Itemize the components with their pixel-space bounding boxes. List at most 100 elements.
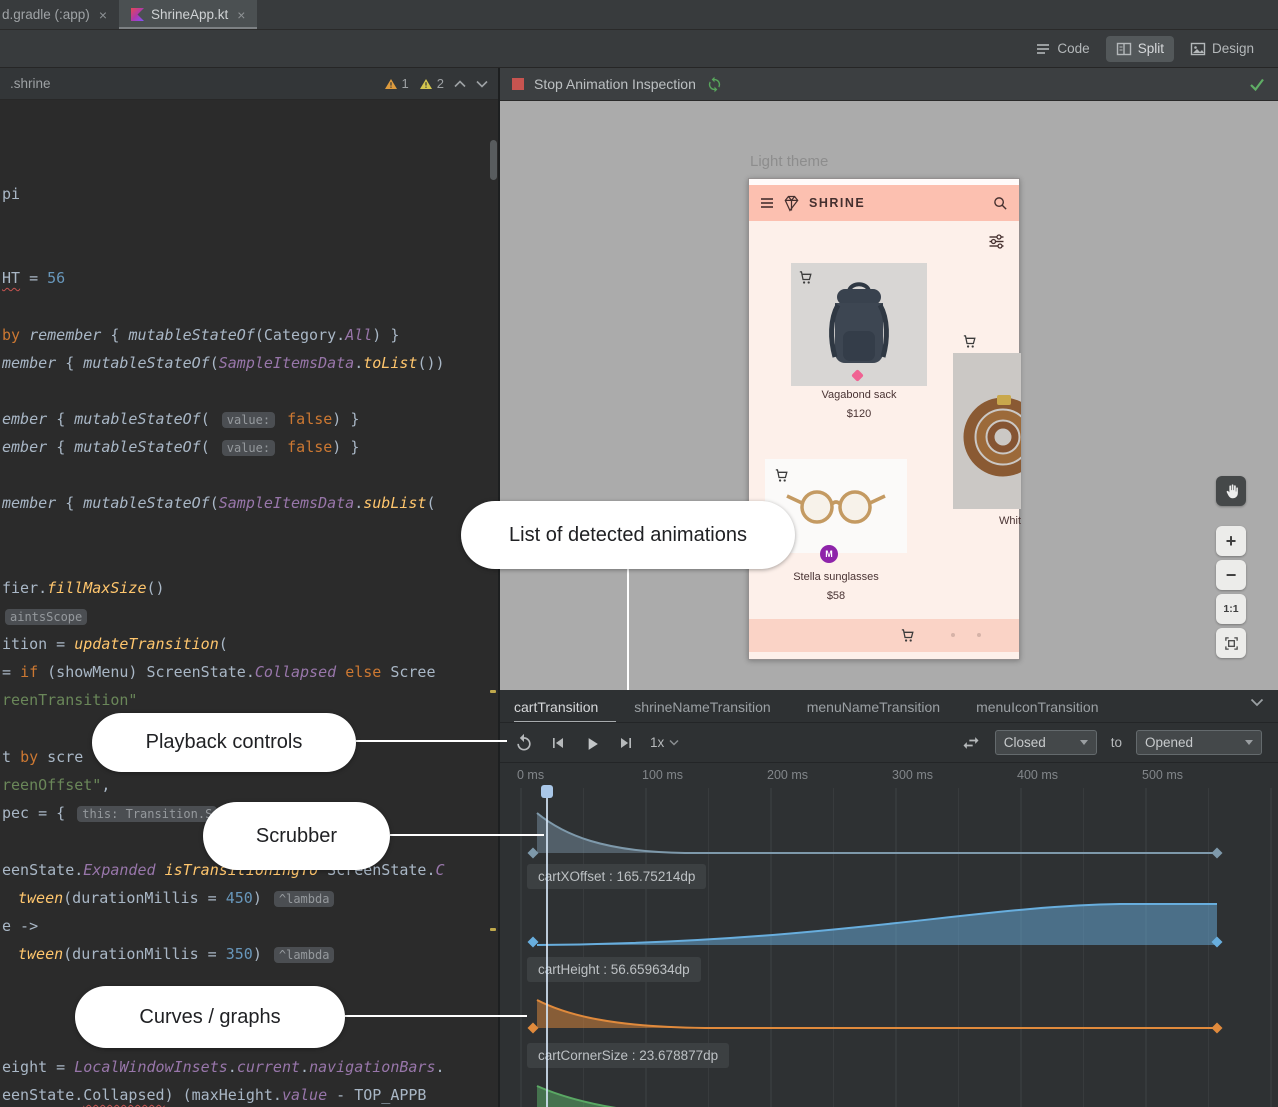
- code-token: (showMenu) ScreenState.: [38, 663, 255, 681]
- warning-stripe-mark[interactable]: [490, 690, 496, 693]
- zoom-in-button[interactable]: +: [1216, 526, 1246, 556]
- stop-animation-label[interactable]: Stop Animation Inspection: [534, 76, 696, 92]
- speed-selector[interactable]: 1x: [650, 735, 679, 750]
- code-token: pi: [2, 185, 20, 203]
- skip-to-end-icon[interactable]: [616, 733, 636, 753]
- shrine-logo-icon: [782, 195, 801, 212]
- code-line: aintsScope: [2, 606, 90, 626]
- pane-splitter[interactable]: [498, 68, 500, 1107]
- code-token: Collapsed: [83, 1086, 164, 1104]
- code-token: mutableStateOf: [74, 438, 200, 456]
- animation-curve: [537, 1000, 1217, 1028]
- product-name-partial: Whit: [999, 515, 1021, 527]
- warning-badge-2[interactable]: 2: [419, 76, 444, 91]
- view-mode-code[interactable]: Code: [1025, 36, 1099, 62]
- shrine-app-preview: SHRINE Vagabond sack $120: [748, 178, 1020, 660]
- ruler-tick-label: 500 ms: [1142, 768, 1183, 782]
- code-token: updateTransition: [74, 635, 219, 653]
- animation-tab[interactable]: shrineNameTransition: [616, 690, 788, 723]
- code-token: LocalWindowInsets: [74, 1058, 228, 1076]
- zoom-actual-size-button[interactable]: 1:1: [1216, 594, 1246, 624]
- animation-timeline: cartTransitionshrineNameTransitionmenuNa…: [500, 690, 1278, 1107]
- code-token: [336, 663, 345, 681]
- code-token: (: [210, 354, 219, 372]
- chevron-down-icon[interactable]: [476, 80, 488, 88]
- code-token: (: [210, 494, 219, 512]
- stop-icon[interactable]: [512, 78, 524, 90]
- code-token: .: [228, 1058, 237, 1076]
- scrubber-line[interactable]: [546, 785, 548, 1107]
- swap-states-icon[interactable]: [961, 733, 981, 753]
- animation-preview-pane: Stop Animation Inspection Light theme SH…: [500, 68, 1278, 1107]
- product-name: Stella sunglasses: [765, 571, 907, 583]
- code-token: value: [282, 1086, 327, 1104]
- scrollbar-thumb[interactable]: [490, 140, 497, 180]
- play-icon[interactable]: [582, 733, 602, 753]
- preview-canvas[interactable]: Light theme SHRINE: [500, 101, 1278, 690]
- design-icon: [1190, 41, 1206, 57]
- editor-tab-label: d.gradle (:app): [2, 7, 90, 22]
- editor-scrollbar[interactable]: [488, 100, 498, 1107]
- code-token: SampleItemsData: [219, 494, 354, 512]
- chevron-down-icon[interactable]: [1250, 698, 1264, 707]
- animation-curve: [537, 1086, 1217, 1107]
- code-token: .: [300, 1058, 309, 1076]
- code-token: ) (maxHeight.: [165, 1086, 282, 1104]
- scrubber-handle[interactable]: [541, 785, 553, 798]
- editor-tab[interactable]: d.gradle (:app) ×: [0, 0, 119, 29]
- animation-tab[interactable]: cartTransition: [514, 690, 616, 723]
- code-token: ) }: [332, 438, 359, 456]
- code-line: by remember { mutableStateOf(Category.Al…: [2, 325, 399, 345]
- code-token: false: [287, 438, 332, 456]
- close-icon[interactable]: ×: [237, 7, 245, 23]
- shrine-body: Vagabond sack $120 Whit M Stella sunglas…: [749, 221, 1019, 659]
- track-value-label: cartCornerSize : 23.678877dp: [527, 1043, 729, 1068]
- code-token: navigationBars: [309, 1058, 435, 1076]
- product-price: $58: [765, 590, 907, 602]
- code-token: {: [56, 410, 74, 428]
- refresh-icon[interactable]: [706, 76, 723, 93]
- code-token: ,: [101, 776, 110, 794]
- code-line: member { mutableStateOf(SampleItemsData.…: [2, 353, 445, 373]
- pan-tool-button[interactable]: [1216, 476, 1246, 506]
- code-token: member: [2, 494, 65, 512]
- android-studio-window: d.gradle (:app)×ShrineApp.kt× CodeSplitD…: [0, 0, 1278, 1107]
- skip-to-start-icon[interactable]: [548, 733, 568, 753]
- brand-badge: M: [820, 545, 838, 563]
- zoom-out-button[interactable]: −: [1216, 560, 1246, 590]
- chevron-up-icon[interactable]: [454, 80, 466, 88]
- timeline-ruler[interactable]: 0 ms100 ms200 ms300 ms400 ms500 ms: [500, 763, 1278, 788]
- to-state-dropdown[interactable]: Opened: [1136, 730, 1262, 755]
- product-price: $120: [791, 408, 927, 420]
- code-token: (: [219, 635, 228, 653]
- code-token: [278, 438, 287, 456]
- code-line: = if (showMenu) ScreenState.Collapsed el…: [2, 662, 436, 682]
- close-icon[interactable]: ×: [99, 7, 107, 23]
- code-token: (: [201, 410, 219, 428]
- code-line: ition = updateTransition(: [2, 634, 228, 654]
- editor-tab-bar: d.gradle (:app)×ShrineApp.kt×: [0, 0, 1278, 30]
- warning-stripe-mark[interactable]: [490, 928, 496, 931]
- editor-mode-toggle: Code SplitDesign: [1025, 36, 1264, 62]
- replay-icon[interactable]: [514, 733, 534, 753]
- animation-tab[interactable]: menuNameTransition: [789, 690, 958, 723]
- code-token: SampleItemsData: [219, 354, 354, 372]
- warning-badge-1[interactable]: 1: [384, 76, 409, 91]
- code-line: pec = { this: Transition.S: [2, 803, 220, 823]
- animation-tab[interactable]: menuIconTransition: [958, 690, 1116, 723]
- from-state-dropdown[interactable]: Closed: [995, 730, 1097, 755]
- zoom-to-fit-button[interactable]: [1216, 628, 1246, 658]
- code-editor[interactable]: piHT = 56by remember { mutableStateOf(Ca…: [0, 68, 488, 1107]
- code-token: Collapsed: [255, 663, 336, 681]
- preview-toolbar: Stop Animation Inspection: [500, 68, 1278, 101]
- view-mode-design[interactable]: Design: [1180, 36, 1264, 62]
- code-line: tween(durationMillis = 350) ^lambda: [18, 944, 337, 964]
- shrine-cart-bar: [749, 619, 1019, 652]
- inline-hint-chip: value:: [222, 440, 275, 456]
- editor-tab[interactable]: ShrineApp.kt×: [119, 0, 257, 29]
- main-toolbar: Code SplitDesign: [0, 30, 1278, 68]
- view-mode-split[interactable]: Split: [1106, 36, 1174, 62]
- editor-pane[interactable]: .shrine 1 2 piHT = 56by remember { mutab…: [0, 68, 498, 1107]
- track-value-label: cartXOffset : 165.75214dp: [527, 864, 706, 889]
- keyframe-diamond: [528, 848, 539, 859]
